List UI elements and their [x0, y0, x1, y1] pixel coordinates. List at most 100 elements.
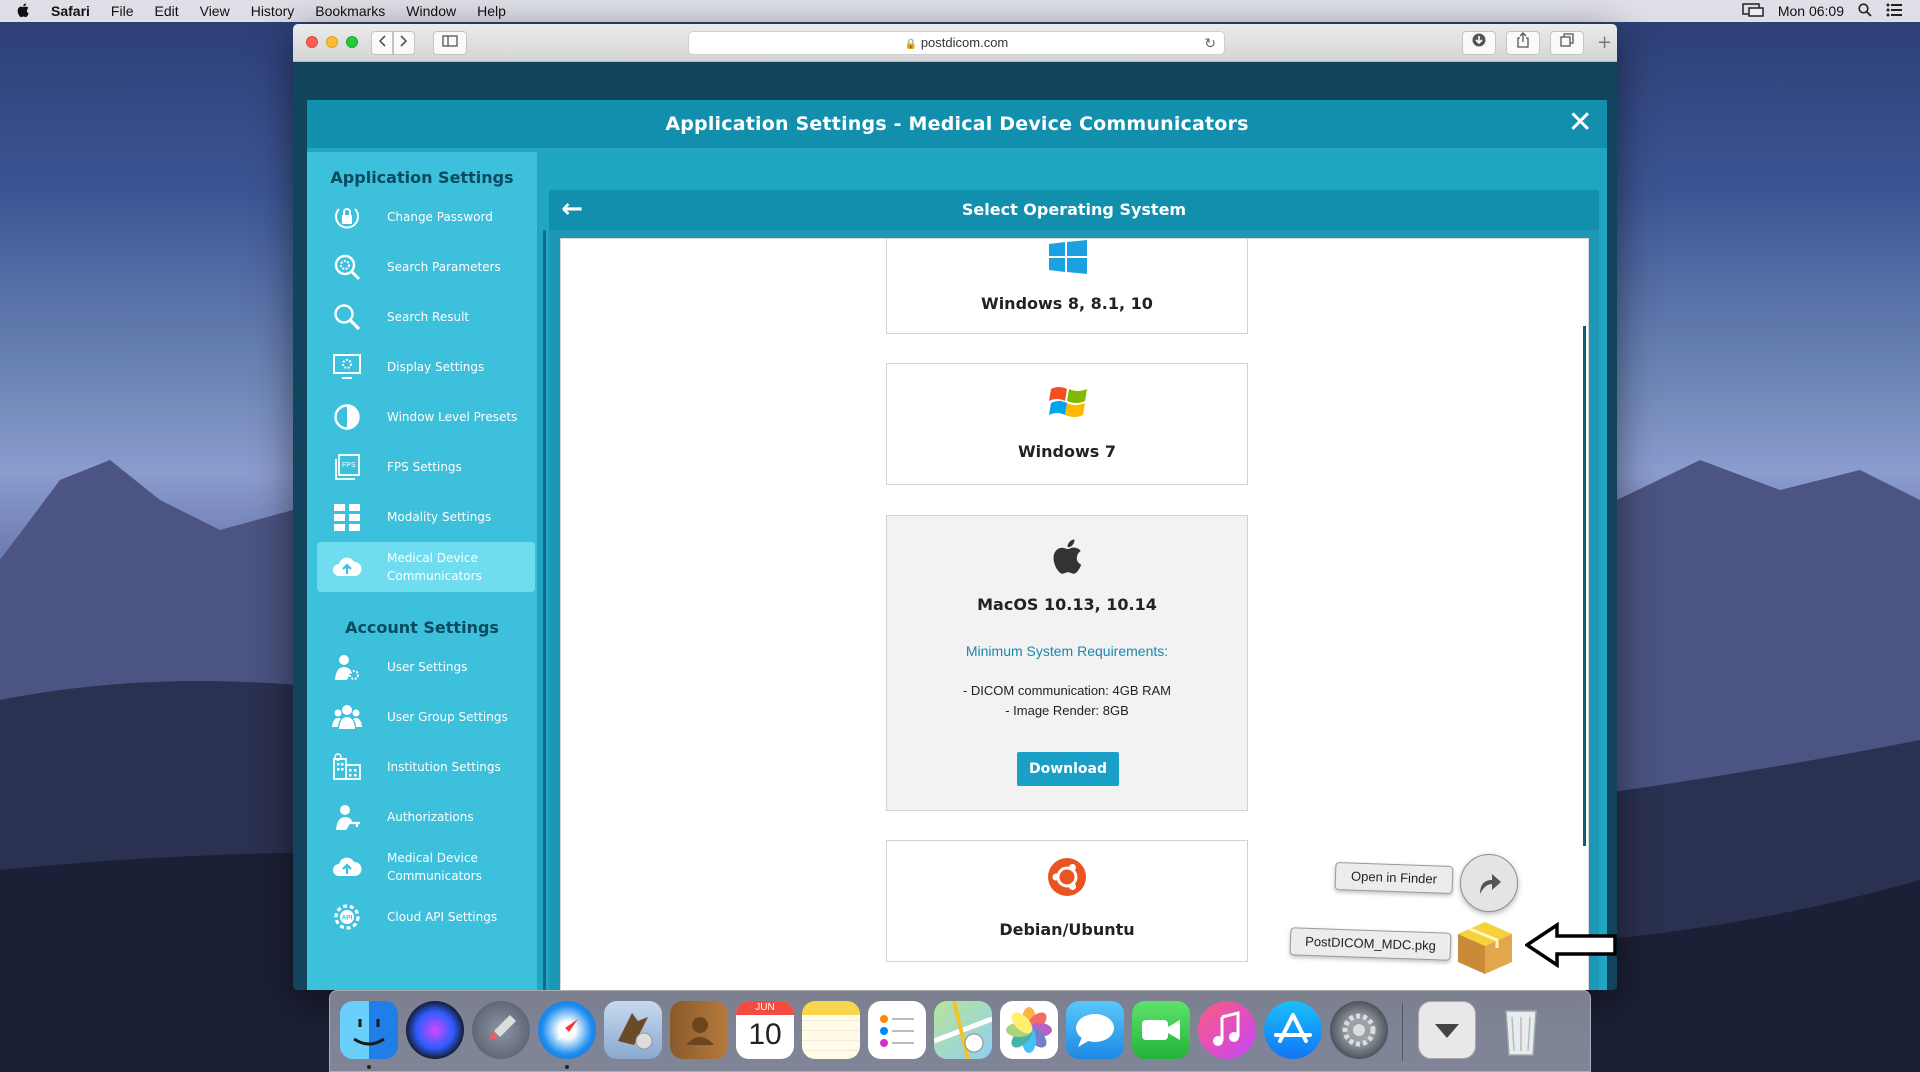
- sidebar-item-institution-settings[interactable]: Institution Settings: [317, 742, 535, 792]
- calendar-day: 10: [748, 1018, 782, 1051]
- account-settings-heading: Account Settings: [345, 618, 499, 637]
- os-card-ubuntu[interactable]: Debian/Ubuntu: [886, 840, 1248, 962]
- svg-text:FPS: FPS: [342, 462, 356, 469]
- dock-separator: [1402, 1003, 1403, 1061]
- downloaded-file-label[interactable]: PostDICOM_MDC.pkg: [1289, 927, 1452, 961]
- calendar-icon[interactable]: JUN 10: [736, 1001, 794, 1059]
- dock: JUN 10: [329, 990, 1591, 1072]
- messages-icon[interactable]: [1066, 1001, 1124, 1059]
- mail-icon[interactable]: [604, 1001, 662, 1059]
- menu-history[interactable]: History: [251, 3, 295, 19]
- sidebar-item-label: Search Result: [387, 310, 470, 324]
- sidebar-item-label: FPS Settings: [387, 460, 462, 474]
- open-in-finder-button[interactable]: Open in Finder: [1334, 861, 1454, 895]
- sidebar-scrollbar[interactable]: [543, 230, 546, 990]
- sidebar-item-modality-settings[interactable]: Modality Settings: [317, 492, 535, 542]
- sidebar-item-search-parameters[interactable]: Search Parameters: [317, 242, 535, 292]
- notes-icon[interactable]: [802, 1001, 860, 1059]
- sidebar-item-label: Medical Device Communicators: [387, 551, 482, 583]
- sidebar-item-fps-settings[interactable]: FPS FPS Settings: [317, 442, 535, 492]
- sidebar-item-medical-device-communicators[interactable]: Medical Device Communicators: [317, 542, 535, 592]
- share-button[interactable]: [1506, 31, 1540, 55]
- zoom-window-button[interactable]: [346, 36, 358, 48]
- cloud-upload-icon: [331, 851, 363, 883]
- sidebar-toggle-button[interactable]: [433, 31, 467, 55]
- new-tab-button[interactable]: +: [1597, 32, 1612, 53]
- trash-icon[interactable]: [1492, 1001, 1550, 1059]
- sidebar-item-search-result[interactable]: Search Result: [317, 292, 535, 342]
- photos-icon[interactable]: [1000, 1001, 1058, 1059]
- sidebar-item-window-level-presets[interactable]: Window Level Presets: [317, 392, 535, 442]
- sidebar-item-cloud-api-settings[interactable]: API Cloud API Settings: [317, 892, 535, 942]
- sidebar-item-label: Institution Settings: [387, 760, 501, 774]
- safari-icon[interactable]: [538, 1001, 596, 1059]
- running-indicator: [367, 1065, 371, 1069]
- back-nav-button[interactable]: [371, 31, 393, 55]
- os-card-windows10[interactable]: Windows 8, 8.1, 10: [886, 239, 1248, 334]
- menu-edit[interactable]: Edit: [154, 3, 178, 19]
- menu-window[interactable]: Window: [406, 3, 456, 19]
- close-icon[interactable]: ✕: [1568, 106, 1593, 140]
- address-bar[interactable]: 🔒 postdicom.com ↻: [688, 31, 1225, 55]
- safari-toolbar: 🔒 postdicom.com ↻ +: [293, 24, 1617, 62]
- sidebar-item-user-settings[interactable]: User Settings: [317, 642, 535, 692]
- system-preferences-icon[interactable]: [1330, 1001, 1388, 1059]
- apple-menu-icon[interactable]: [16, 2, 30, 21]
- reminders-icon[interactable]: [868, 1001, 926, 1059]
- menu-safari[interactable]: Safari: [51, 3, 90, 19]
- os-card-windows7[interactable]: Windows 7: [886, 363, 1248, 485]
- downloads-button[interactable]: [1462, 31, 1496, 55]
- settings-modal: Application Settings - Medical Device Co…: [307, 100, 1607, 990]
- calendar-month: JUN: [736, 1001, 794, 1015]
- reload-icon[interactable]: ↻: [1204, 32, 1216, 54]
- launchpad-icon[interactable]: [472, 1001, 530, 1059]
- menu-bookmarks[interactable]: Bookmarks: [315, 3, 385, 19]
- siri-icon[interactable]: [406, 1001, 464, 1059]
- finder-icon[interactable]: [340, 1001, 398, 1059]
- back-arrow-icon[interactable]: ←: [555, 190, 589, 230]
- menu-help[interactable]: Help: [477, 3, 506, 19]
- display-mirror-icon[interactable]: [1742, 2, 1764, 20]
- os-name: Windows 7: [1018, 442, 1116, 461]
- settings-sidebar: Application Settings Change Password Sear…: [307, 152, 537, 990]
- sidebar-item-medical-device-communicators[interactable]: Medical Device Communicators: [317, 842, 535, 892]
- requirement-render: - Image Render: 8GB: [1005, 703, 1129, 718]
- tabs-icon: [1560, 33, 1574, 47]
- clock[interactable]: Mon 06:09: [1778, 3, 1844, 19]
- package-icon[interactable]: [1454, 918, 1516, 980]
- tabs-overview-button[interactable]: [1550, 31, 1584, 55]
- download-button[interactable]: Download: [1017, 752, 1119, 786]
- content-scrollbar[interactable]: [1583, 326, 1586, 846]
- lock-icon: [331, 201, 363, 233]
- running-indicator: [565, 1065, 569, 1069]
- os-name: Windows 8, 8.1, 10: [981, 294, 1153, 313]
- os-name: MacOS 10.13, 10.14: [977, 595, 1157, 614]
- facetime-icon[interactable]: [1132, 1001, 1190, 1059]
- itunes-icon[interactable]: [1198, 1001, 1256, 1059]
- app-store-icon[interactable]: [1264, 1001, 1322, 1059]
- sidebar-item-user-group-settings[interactable]: User Group Settings: [317, 692, 535, 742]
- search-icon: [331, 301, 363, 333]
- sidebar-item-display-settings[interactable]: Display Settings: [317, 342, 535, 392]
- ubuntu-icon: [1047, 857, 1087, 901]
- sidebar-item-authorizations[interactable]: Authorizations: [317, 792, 535, 842]
- building-icon: [331, 751, 363, 783]
- forward-nav-button[interactable]: [393, 31, 415, 55]
- minimize-window-button[interactable]: [326, 36, 338, 48]
- svg-text:API: API: [342, 915, 353, 922]
- os-card-macos[interactable]: MacOS 10.13, 10.14 Minimum System Requir…: [886, 515, 1248, 811]
- sidebar-item-change-password[interactable]: Change Password: [317, 192, 535, 242]
- user-gear-icon: [331, 651, 363, 683]
- menu-file[interactable]: File: [111, 3, 134, 19]
- notification-center-icon[interactable]: [1886, 3, 1902, 20]
- reveal-arrow-button[interactable]: [1460, 854, 1518, 912]
- downloads-stack-icon[interactable]: [1418, 1001, 1476, 1059]
- windows7-icon: [1049, 384, 1089, 424]
- address-text: postdicom.com: [920, 35, 1009, 50]
- maps-icon[interactable]: [933, 1000, 993, 1060]
- contacts-icon[interactable]: [670, 1001, 728, 1059]
- menu-view[interactable]: View: [200, 3, 230, 19]
- spotlight-icon[interactable]: [1858, 2, 1872, 20]
- requirement-ram: - DICOM communication: 4GB RAM: [962, 683, 1172, 698]
- close-window-button[interactable]: [306, 36, 318, 48]
